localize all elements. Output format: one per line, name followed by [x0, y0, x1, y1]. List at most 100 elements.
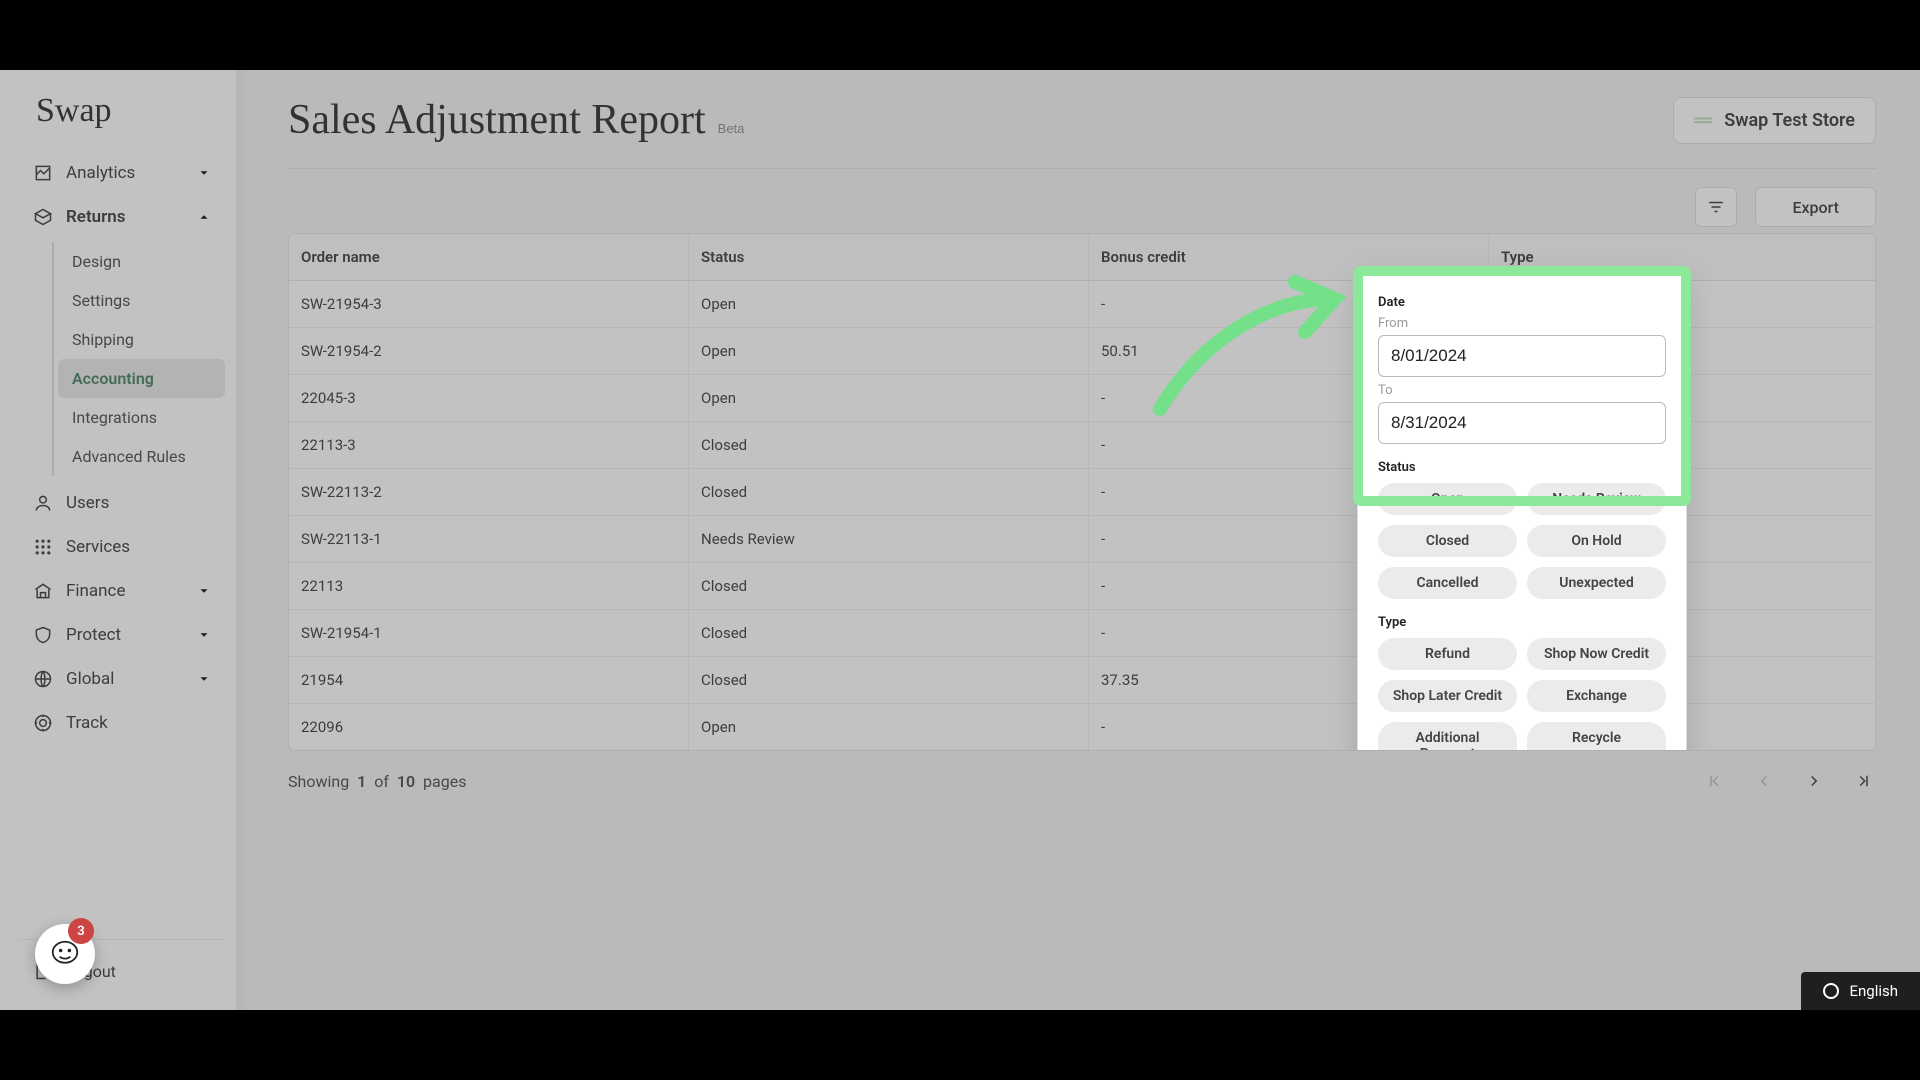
page-first-button[interactable]	[1702, 769, 1726, 793]
cell-status: Open	[689, 704, 1089, 750]
cell-order: 22113	[289, 563, 689, 609]
language-selector[interactable]: English	[1801, 972, 1920, 1010]
cell-order: SW-22113-1	[289, 516, 689, 562]
cell-status: Closed	[689, 657, 1089, 703]
finance-icon	[32, 580, 54, 602]
date-to-input[interactable]	[1378, 402, 1666, 444]
subnav-settings[interactable]: Settings	[58, 281, 225, 320]
cell-status: Closed	[689, 610, 1089, 656]
subnav-shipping[interactable]: Shipping	[58, 320, 225, 359]
cell-order: SW-21954-2	[289, 328, 689, 374]
subnav-integrations[interactable]: Integrations	[58, 398, 225, 437]
from-label: From	[1378, 316, 1666, 331]
toolbar: Export	[288, 187, 1876, 227]
cell-order: 21954	[289, 657, 689, 703]
chip-closed[interactable]: Closed	[1378, 525, 1517, 557]
chip-unexpected[interactable]: Unexpected	[1527, 567, 1666, 599]
chevron-down-icon	[197, 628, 211, 642]
cell-status: Open	[689, 281, 1089, 327]
store-name: Swap Test Store	[1724, 110, 1855, 131]
th-status: Status	[689, 234, 1089, 280]
pg-showing: Showing	[288, 772, 349, 791]
chevron-down-icon	[197, 584, 211, 598]
nav-label: Finance	[66, 581, 125, 601]
chip-exchange[interactable]: Exchange	[1527, 680, 1666, 712]
track-icon	[32, 712, 54, 734]
filter-status-label: Status	[1378, 460, 1666, 475]
beta-badge: Beta	[718, 121, 745, 136]
brand-logo: Swap	[36, 92, 225, 130]
nav-label: Track	[66, 713, 108, 733]
page-header: Sales Adjustment Report Beta Swap Test S…	[288, 96, 1876, 169]
returns-icon	[32, 206, 54, 228]
title-text: Sales Adjustment Report	[288, 96, 706, 144]
report-table: Order name Status Bonus credit Type SW-2…	[288, 233, 1876, 751]
cell-status: Needs Review	[689, 516, 1089, 562]
nav-returns[interactable]: Returns	[18, 196, 225, 238]
chip-shop-later-credit[interactable]: Shop Later Credit	[1378, 680, 1517, 712]
nav-analytics[interactable]: Analytics	[18, 152, 225, 194]
page-next-button[interactable]	[1802, 769, 1826, 793]
subnav-accounting[interactable]: Accounting	[58, 359, 225, 398]
nav-track[interactable]: Track	[18, 702, 225, 744]
analytics-icon	[32, 162, 54, 184]
cell-status: Closed	[689, 469, 1089, 515]
help-badge: 3	[68, 918, 94, 944]
protect-icon	[32, 624, 54, 646]
nav-label: Global	[66, 669, 114, 689]
subnav-design[interactable]: Design	[58, 242, 225, 281]
page-title: Sales Adjustment Report Beta	[288, 96, 744, 144]
cell-order: SW-21954-3	[289, 281, 689, 327]
type-chips: Refund Shop Now Credit Shop Later Credit…	[1378, 638, 1666, 751]
letterbox-top	[0, 0, 1920, 70]
cell-order: SW-21954-1	[289, 610, 689, 656]
subnav-advanced-rules[interactable]: Advanced Rules	[58, 437, 225, 476]
nav-users[interactable]: Users	[18, 482, 225, 524]
filter-popover: Date From To Status Open Needs Review Cl…	[1357, 270, 1687, 751]
sidebar-scrollbar[interactable]	[236, 70, 244, 1010]
pg-current: 1	[357, 772, 366, 791]
nav-label: Services	[66, 537, 130, 557]
pagination-status: Showing 1 of 10 pages	[288, 772, 466, 791]
cell-order: 22113-3	[289, 422, 689, 468]
chevron-up-icon	[197, 210, 211, 224]
to-label: To	[1378, 383, 1666, 398]
chip-additional-payment[interactable]: Additional Payment	[1378, 722, 1517, 751]
chip-refund[interactable]: Refund	[1378, 638, 1517, 670]
users-icon	[32, 492, 54, 514]
nav-global[interactable]: Global	[18, 658, 225, 700]
letterbox-bottom	[0, 1010, 1920, 1080]
chip-cancelled[interactable]: Cancelled	[1378, 567, 1517, 599]
language-label: English	[1849, 982, 1898, 1000]
chip-open[interactable]: Open	[1378, 483, 1517, 515]
chip-shop-now-credit[interactable]: Shop Now Credit	[1527, 638, 1666, 670]
nav-label: Protect	[66, 625, 121, 645]
chip-recycle[interactable]: Recycle	[1527, 722, 1666, 751]
chip-on-hold[interactable]: On Hold	[1527, 525, 1666, 557]
cell-order: 22096	[289, 704, 689, 750]
sidebar: Swap Analytics Returns Design Settings S…	[0, 70, 244, 1010]
filter-type-label: Type	[1378, 615, 1666, 630]
nav-label: Users	[66, 493, 109, 513]
nav-protect[interactable]: Protect	[18, 614, 225, 656]
filter-button[interactable]	[1695, 187, 1737, 227]
page-prev-button[interactable]	[1752, 769, 1776, 793]
global-icon	[32, 668, 54, 690]
date-from-input[interactable]	[1378, 335, 1666, 377]
nav-label: Returns	[66, 207, 126, 227]
chevron-down-icon	[197, 672, 211, 686]
export-label: Export	[1792, 198, 1839, 217]
chevron-down-icon	[197, 166, 211, 180]
nav: Analytics Returns Design Settings Shippi…	[18, 152, 225, 744]
store-selector[interactable]: Swap Test Store	[1673, 97, 1876, 144]
page-last-button[interactable]	[1852, 769, 1876, 793]
chip-needs-review[interactable]: Needs Review	[1527, 483, 1666, 515]
nav-label: Analytics	[66, 163, 135, 183]
pagination-buttons	[1702, 769, 1876, 793]
cell-status: Open	[689, 328, 1089, 374]
export-button[interactable]: Export	[1755, 187, 1876, 227]
nav-services[interactable]: Services	[18, 526, 225, 568]
cell-order: 22045-3	[289, 375, 689, 421]
main: Sales Adjustment Report Beta Swap Test S…	[244, 70, 1920, 1010]
nav-finance[interactable]: Finance	[18, 570, 225, 612]
